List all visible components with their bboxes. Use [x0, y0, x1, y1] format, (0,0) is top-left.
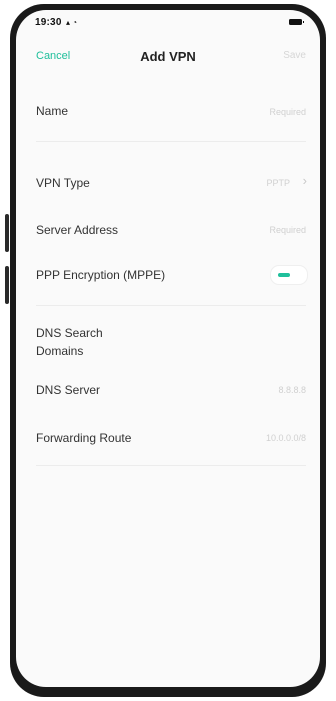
ppp-encryption-row: PPP Encryption (MPPE) [16, 261, 320, 291]
server-address-input[interactable]: Required [269, 225, 306, 235]
dns-server-label: DNS Server [36, 383, 101, 397]
forwarding-route-label: Forwarding Route [36, 431, 132, 445]
ppp-encryption-label: PPP Encryption (MPPE) [36, 268, 166, 282]
name-input[interactable]: Required [269, 107, 306, 117]
name-label: Name [36, 104, 69, 118]
forwarding-route-row[interactable]: Forwarding Route 10.0.0.0/8 [16, 424, 320, 454]
dns-search-domains-label-line2: Domains [36, 344, 84, 358]
save-button[interactable]: Save [283, 50, 306, 61]
phone-frame: 19:30 ▴ ◔ Cancel Add VPN Save Name Requi… [5, 4, 326, 697]
status-time: 19:30 [35, 17, 62, 28]
divider [36, 305, 306, 306]
dns-server-input[interactable]: 8.8.8.8 [278, 385, 306, 395]
nav-bar: Cancel Add VPN Save [16, 49, 320, 74]
battery-icon [289, 19, 304, 25]
dns-search-domains-row[interactable]: DNS Search Domains [16, 320, 320, 364]
dns-server-row[interactable]: DNS Server 8.8.8.8 [16, 376, 320, 406]
forwarding-route-input[interactable]: 10.0.0.0/8 [266, 433, 306, 443]
divider [36, 141, 306, 142]
dns-search-domains-label-line1: DNS Search [36, 326, 103, 340]
volume-button [5, 214, 9, 252]
status-bar: 19:30 ▴ ◔ [16, 10, 320, 30]
ppp-encryption-toggle[interactable] [270, 265, 308, 285]
server-address-label: Server Address [36, 223, 119, 237]
chevron-right-icon: › [302, 173, 307, 188]
toggle-indicator [278, 273, 290, 277]
power-button [5, 266, 9, 304]
name-row[interactable]: Name Required [16, 98, 320, 134]
signal-wifi-icon: ▴ ◔ [66, 18, 78, 27]
screen: 19:30 ▴ ◔ Cancel Add VPN Save Name Requi… [16, 10, 320, 687]
vpn-type-label: VPN Type [36, 176, 90, 190]
page-title: Add VPN [140, 49, 196, 64]
divider [36, 465, 306, 466]
vpn-type-row[interactable]: VPN Type PPTP › [16, 168, 320, 198]
server-address-row[interactable]: Server Address Required [16, 216, 320, 246]
vpn-type-value: PPTP [266, 178, 290, 188]
